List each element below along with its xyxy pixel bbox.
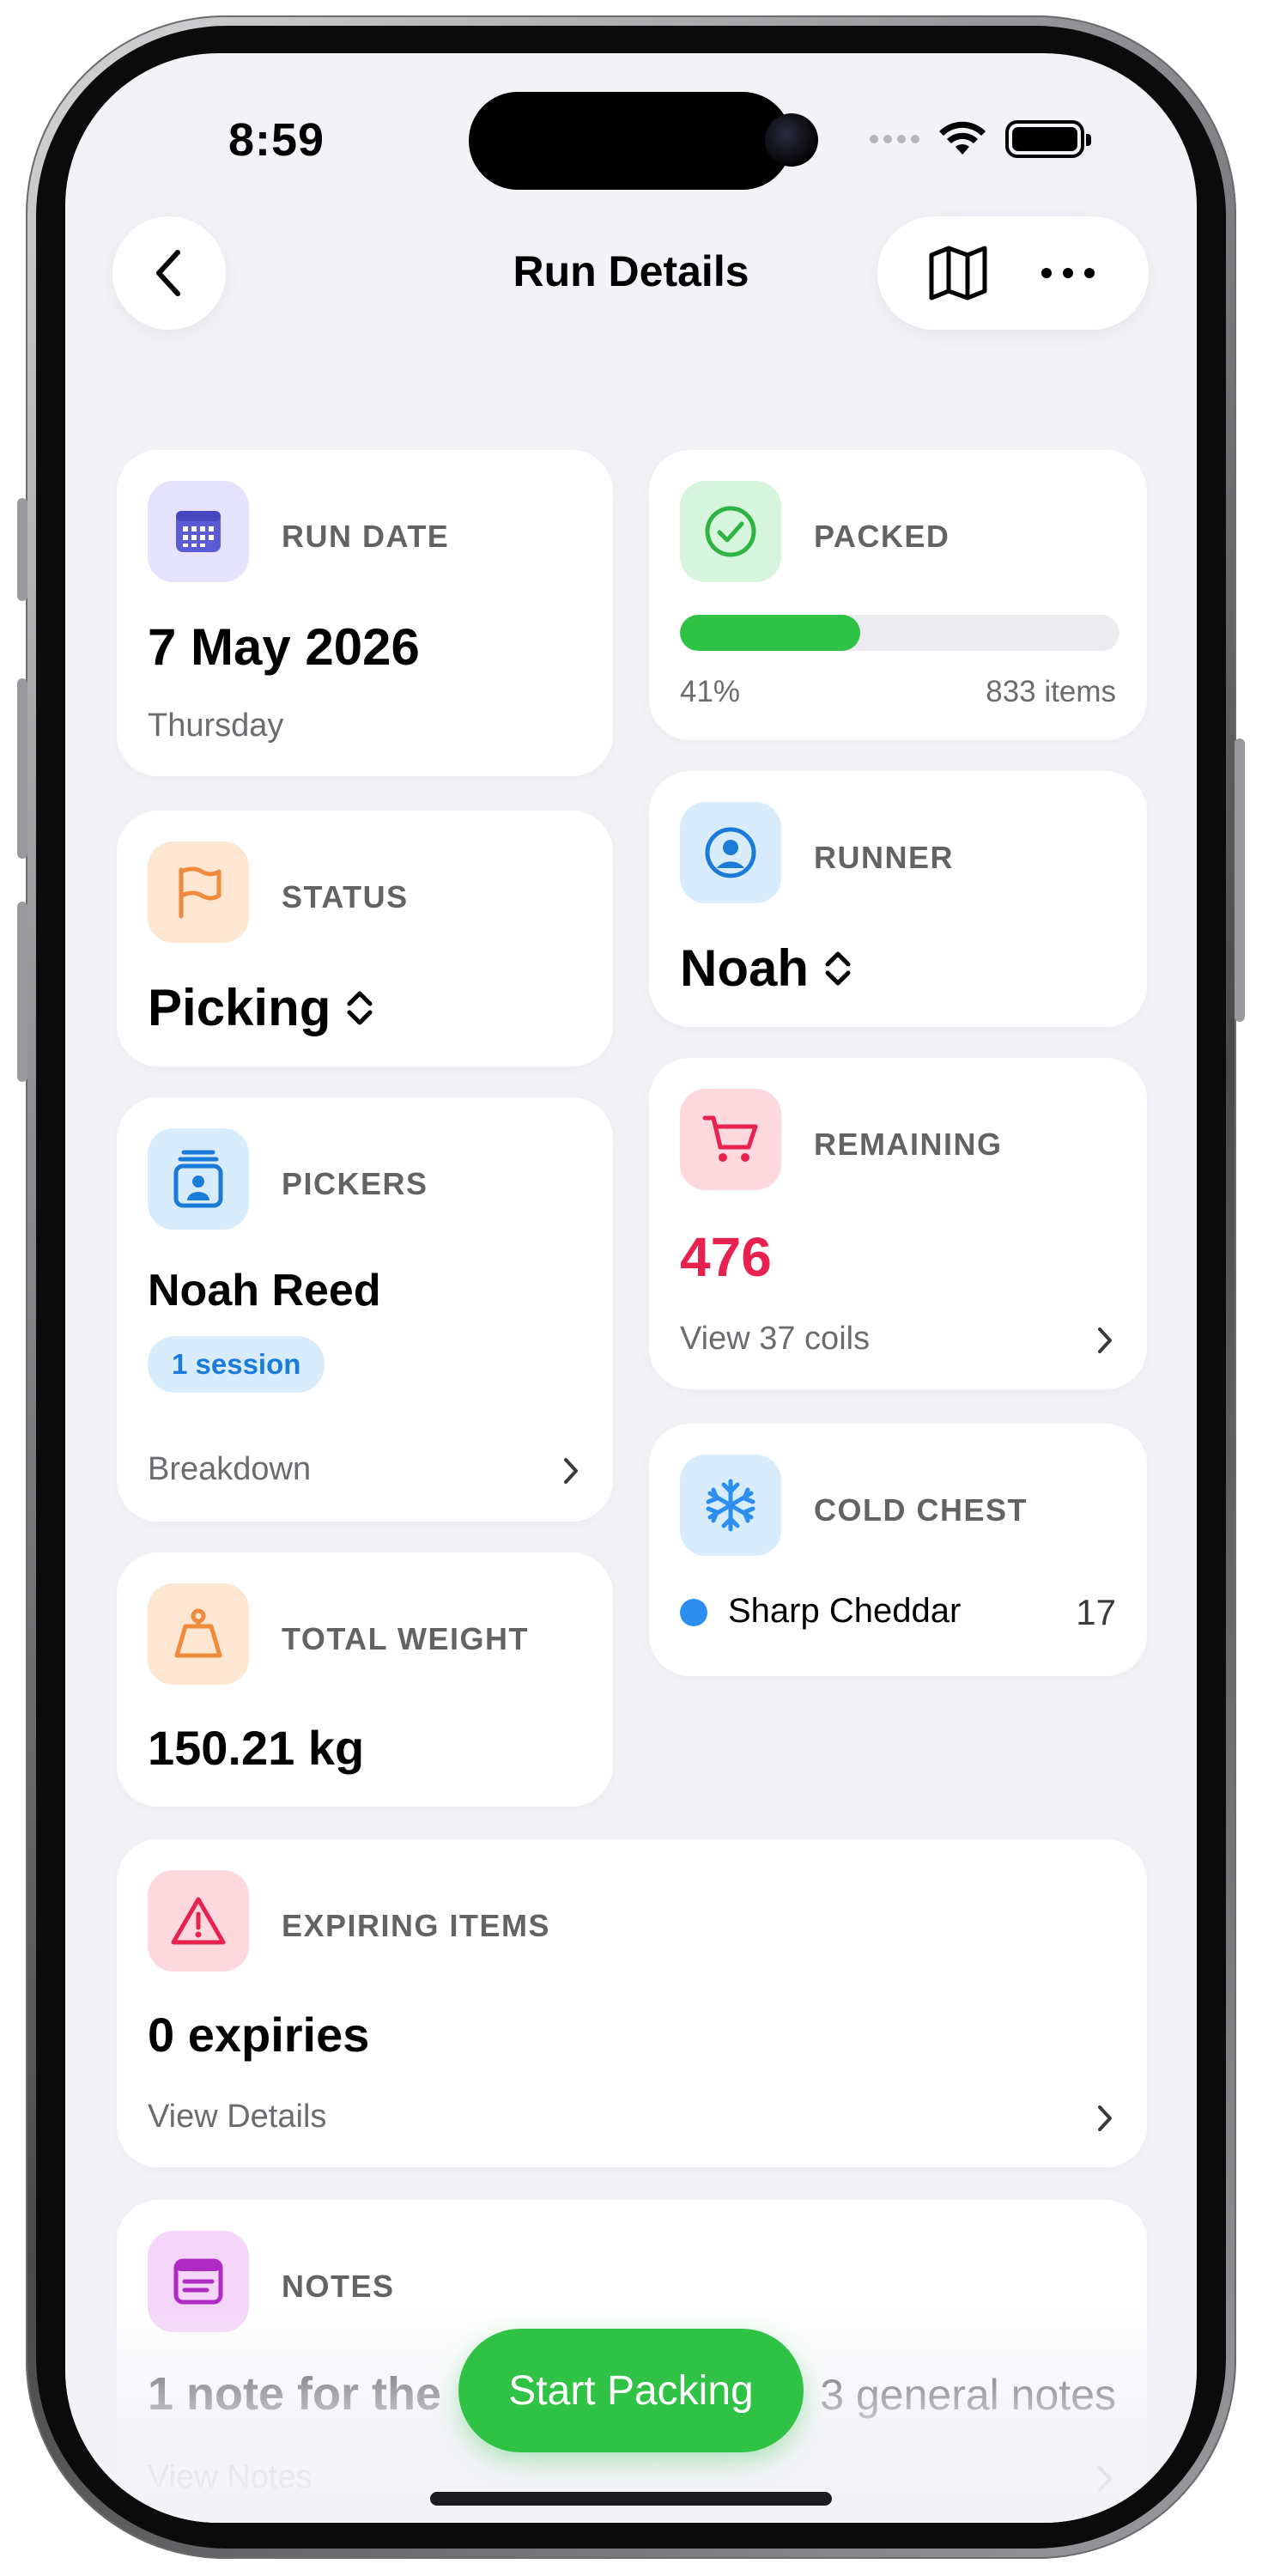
packed-progress-fill — [680, 615, 860, 651]
status-label: STATUS — [282, 879, 409, 914]
home-indicator[interactable] — [430, 2492, 832, 2506]
status-card[interactable]: STATUS Picking — [117, 811, 613, 1066]
notes-label: NOTES — [282, 2269, 395, 2304]
pickers-label: PICKERS — [282, 1166, 428, 1201]
power-button — [1235, 738, 1245, 1022]
pickers-value: Noah Reed — [148, 1266, 381, 1315]
camera-icon — [765, 113, 818, 167]
cold-chest-item-name: Sharp Cheddar — [728, 1592, 962, 1630]
remaining-link[interactable]: View 37 coils — [680, 1321, 870, 1358]
run-date-weekday: Thursday — [148, 708, 284, 744]
note-icon — [148, 2231, 249, 2332]
chevron-up-down-icon — [347, 991, 373, 1024]
runner-value: Noah — [680, 939, 809, 997]
action-button — [17, 498, 27, 601]
cart-icon — [680, 1089, 781, 1190]
warning-triangle-icon — [148, 1870, 249, 1971]
ellipsis-icon — [1041, 268, 1095, 278]
runner-card[interactable]: RUNNER Noah — [649, 771, 1147, 1027]
cold-chest-item-count: 17 — [1076, 1592, 1116, 1632]
start-packing-button[interactable]: Start Packing — [458, 2329, 804, 2452]
status-time: 8:59 — [228, 114, 325, 166]
badge-person-icon — [148, 1128, 249, 1230]
chevron-up-down-icon — [825, 951, 851, 985]
packed-percent: 41% — [680, 675, 741, 708]
dynamic-island — [469, 92, 792, 190]
chevron-right-icon — [1098, 1327, 1112, 1353]
item-color-dot — [680, 1599, 707, 1627]
session-badge: 1 session — [148, 1336, 325, 1393]
runner-picker[interactable]: Noah — [680, 939, 855, 998]
snowflake-icon — [680, 1455, 781, 1556]
expiring-value: 0 expiries — [148, 2008, 370, 2062]
expiring-details-link[interactable]: View Details — [148, 2099, 326, 2136]
status-value: Picking — [148, 979, 331, 1036]
packed-card[interactable]: PACKED 41% 833 items — [649, 450, 1147, 740]
flag-icon — [148, 841, 249, 943]
packed-label: PACKED — [814, 519, 950, 554]
volume-down-button — [17, 902, 27, 1082]
chevron-right-icon — [1098, 2105, 1112, 2131]
checkmark-circle-icon — [680, 481, 781, 582]
pickers-breakdown-link[interactable]: Breakdown — [148, 1451, 311, 1488]
calendar-icon — [148, 481, 249, 582]
volume-up-button — [17, 678, 27, 859]
notes-run-count: 1 note for the — [148, 2368, 442, 2420]
map-icon — [929, 246, 987, 301]
expiring-items-card[interactable]: EXPIRING ITEMS 0 expiries View Details — [117, 1839, 1147, 2167]
packed-progress-bar — [680, 615, 1119, 651]
screen: 8:59 Run Details RUN DATE 7 May 2026 Thu… — [65, 53, 1197, 2523]
expiring-label: EXPIRING ITEMS — [282, 1908, 551, 1943]
view-notes-link[interactable]: View Notes — [148, 2459, 312, 2496]
chevron-right-icon — [1098, 2466, 1112, 2492]
more-button[interactable] — [1025, 230, 1111, 316]
chevron-right-icon — [564, 1458, 578, 1484]
total-weight-card[interactable]: TOTAL WEIGHT 150.21 kg — [117, 1552, 613, 1807]
cellular-signal-icon — [870, 135, 919, 143]
pickers-card[interactable]: PICKERS Noah Reed 1 session Breakdown — [117, 1097, 613, 1522]
cold-chest-item: Sharp Cheddar — [680, 1592, 961, 1631]
status-icons — [870, 120, 1091, 158]
packed-items: 833 items — [986, 675, 1116, 708]
nav-actions — [877, 216, 1149, 330]
remaining-card[interactable]: REMAINING 476 View 37 coils — [649, 1058, 1147, 1389]
total-weight-value: 150.21 kg — [148, 1721, 365, 1775]
run-date-card[interactable]: RUN DATE 7 May 2026 Thursday — [117, 450, 613, 776]
remaining-label: REMAINING — [814, 1127, 1003, 1162]
run-date-label: RUN DATE — [282, 519, 450, 554]
run-date-value: 7 May 2026 — [148, 618, 420, 676]
remaining-value: 476 — [680, 1226, 772, 1288]
total-weight-label: TOTAL WEIGHT — [282, 1621, 529, 1656]
runner-label: RUNNER — [814, 840, 955, 875]
notes-general-count: 3 general notes — [820, 2371, 1116, 2419]
cold-chest-card[interactable]: COLD CHEST Sharp Cheddar 17 — [649, 1424, 1147, 1676]
wifi-icon — [939, 121, 986, 155]
cold-chest-label: COLD CHEST — [814, 1492, 1028, 1528]
weight-icon — [148, 1583, 249, 1685]
battery-icon — [1005, 120, 1091, 158]
map-button[interactable] — [915, 230, 1001, 316]
status-picker[interactable]: Picking — [148, 978, 377, 1037]
person-circle-icon — [680, 802, 781, 903]
